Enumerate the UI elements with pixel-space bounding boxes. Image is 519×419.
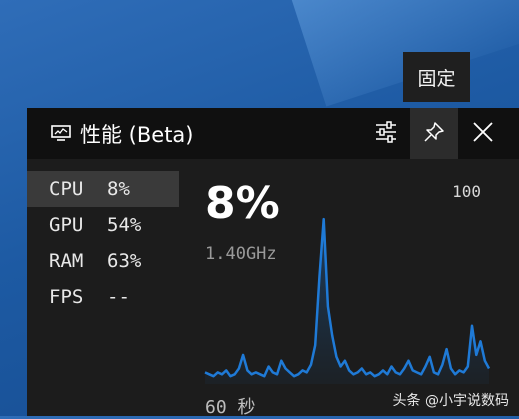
metric-label: GPU xyxy=(49,214,84,236)
sliders-icon xyxy=(374,120,398,147)
metric-fps[interactable]: FPS -- xyxy=(27,279,179,315)
graph-time-label: 60 秒 xyxy=(205,397,256,418)
metric-label: FPS xyxy=(49,286,84,308)
close-icon xyxy=(472,121,494,147)
monitor-icon xyxy=(51,124,71,142)
close-button[interactable] xyxy=(459,108,507,159)
metric-value: 8% xyxy=(107,178,130,200)
cpu-graph-area xyxy=(205,219,489,384)
metric-value: 63% xyxy=(107,250,142,272)
metric-label: CPU xyxy=(49,178,84,200)
watermark: 头条 @小宇说数码 xyxy=(393,390,509,410)
widget-titlebar[interactable]: 性能 (Beta) xyxy=(27,108,519,159)
metric-label: RAM xyxy=(49,250,84,272)
cpu-graph-line xyxy=(204,217,491,378)
metrics-list: CPU 8% GPU 54% RAM 63% FPS -- xyxy=(27,171,179,315)
pin-icon xyxy=(423,121,445,147)
tooltip-text: 固定 xyxy=(417,67,456,90)
watermark-text: 头条 @小宇说数码 xyxy=(392,393,509,409)
metric-value: -- xyxy=(107,286,130,308)
settings-button[interactable] xyxy=(362,108,410,159)
pin-tooltip: 固定 xyxy=(403,52,470,102)
metric-cpu[interactable]: CPU 8% xyxy=(27,171,179,207)
metric-gpu[interactable]: GPU 54% xyxy=(27,207,179,243)
cpu-usage-graph xyxy=(204,217,491,384)
performance-widget: 性能 (Beta) CPU 8% GPU 54% RAM 63% FPS -- … xyxy=(27,108,519,418)
pin-button[interactable] xyxy=(410,108,458,159)
widget-title: 性能 (Beta) xyxy=(80,123,194,147)
metric-ram[interactable]: RAM 63% xyxy=(27,243,179,279)
metric-value: 54% xyxy=(107,214,142,236)
